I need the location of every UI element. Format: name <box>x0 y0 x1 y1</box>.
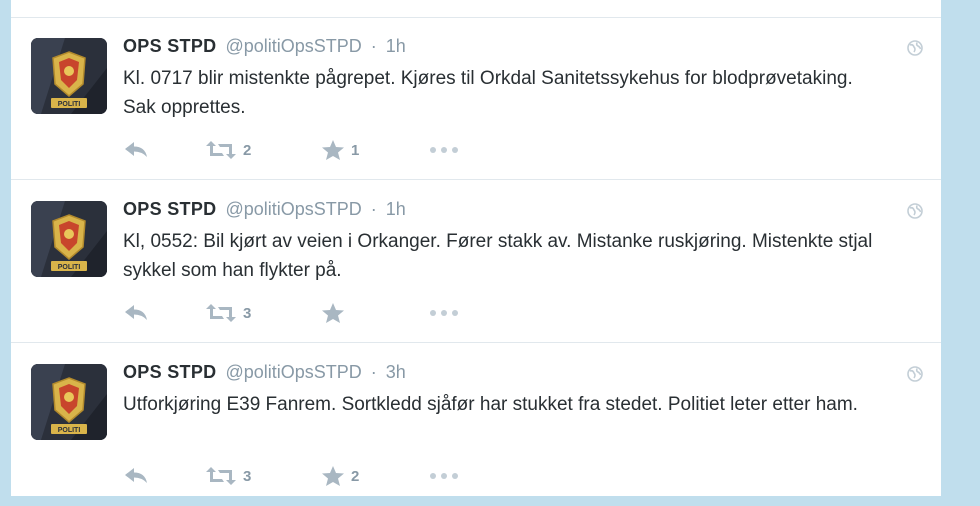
timestamp[interactable]: 3h <box>386 362 406 382</box>
separator: · <box>370 199 377 219</box>
author-name[interactable]: OPS STPD <box>123 199 216 219</box>
star-icon <box>322 140 344 160</box>
timestamp[interactable]: 1h <box>386 36 406 56</box>
reply-button[interactable] <box>123 464 149 488</box>
favorite-count: 1 <box>351 141 360 159</box>
retweet-button[interactable]: 2 <box>205 138 251 162</box>
retweet-button[interactable]: 3 <box>205 464 251 488</box>
police-badge-icon: POLITI <box>31 201 107 277</box>
tweet-text: Kl, 0552: Bil kjørt av veien i Orkanger.… <box>123 231 873 281</box>
avatar[interactable]: POLITI <box>31 201 107 277</box>
timeline: POLITI OPS STPD @politiOpsSTPD · 1h Kl. … <box>11 0 941 496</box>
retweet-count: 2 <box>243 141 252 159</box>
tweet-actions: 3 2 <box>123 464 483 488</box>
retweet-icon <box>206 304 236 322</box>
tweet-text: Utforkjøring E39 Fanrem. Sortkledd sjåfø… <box>123 394 858 415</box>
globe-icon <box>907 366 923 382</box>
more-dots-icon <box>430 147 458 153</box>
reply-button[interactable] <box>123 301 149 325</box>
svg-text:POLITI: POLITI <box>58 427 81 434</box>
reply-button[interactable] <box>123 138 149 162</box>
svg-text:POLITI: POLITI <box>58 101 81 108</box>
retweet-icon <box>206 141 236 159</box>
tweet[interactable]: POLITI OPS STPD @politiOpsSTPD · 3h Utfo… <box>11 344 941 506</box>
favorite-button[interactable]: 2 <box>321 464 359 488</box>
reply-icon <box>125 468 147 483</box>
more-dots-icon <box>430 473 458 479</box>
previous-tweet-edge <box>11 0 941 18</box>
tweet-actions: 3 <box>123 301 483 325</box>
avatar[interactable]: POLITI <box>31 38 107 114</box>
more-dots-icon <box>430 310 458 316</box>
tweet[interactable]: POLITI OPS STPD @politiOpsSTPD · 1h Kl, … <box>11 181 941 343</box>
author-username[interactable]: @politiOpsSTPD <box>225 36 361 56</box>
separator: · <box>370 362 377 382</box>
star-icon <box>322 303 344 323</box>
svg-text:POLITI: POLITI <box>58 264 81 271</box>
favorite-count: 2 <box>351 467 360 485</box>
reply-icon <box>125 305 147 320</box>
tweet-header: OPS STPD @politiOpsSTPD · 1h <box>123 36 406 58</box>
tweet[interactable]: POLITI OPS STPD @politiOpsSTPD · 1h Kl. … <box>11 18 941 180</box>
globe-icon <box>907 40 923 56</box>
separator: · <box>370 36 377 56</box>
author-username[interactable]: @politiOpsSTPD <box>225 362 361 382</box>
retweet-count: 3 <box>243 304 252 322</box>
tweet-actions: 2 1 <box>123 138 483 162</box>
police-badge-icon: POLITI <box>31 364 107 440</box>
more-button[interactable] <box>429 464 459 488</box>
author-name[interactable]: OPS STPD <box>123 36 216 56</box>
globe-icon <box>907 203 923 219</box>
avatar[interactable]: POLITI <box>31 364 107 440</box>
timestamp[interactable]: 1h <box>386 199 406 219</box>
favorite-button[interactable] <box>321 301 351 325</box>
star-icon <box>322 466 344 486</box>
reply-icon <box>125 142 147 157</box>
favorite-button[interactable]: 1 <box>321 138 359 162</box>
police-badge-icon: POLITI <box>31 38 107 114</box>
tweet-text: Kl. 0717 blir mistenkte pågrepet. Kjøres… <box>123 68 853 118</box>
more-button[interactable] <box>429 301 459 325</box>
more-button[interactable] <box>429 138 459 162</box>
tweet-header: OPS STPD @politiOpsSTPD · 3h <box>123 362 406 384</box>
tweet-header: OPS STPD @politiOpsSTPD · 1h <box>123 199 406 221</box>
author-username[interactable]: @politiOpsSTPD <box>225 199 361 219</box>
author-name[interactable]: OPS STPD <box>123 362 216 382</box>
retweet-icon <box>206 467 236 485</box>
retweet-button[interactable]: 3 <box>205 301 251 325</box>
retweet-count: 3 <box>243 467 252 485</box>
